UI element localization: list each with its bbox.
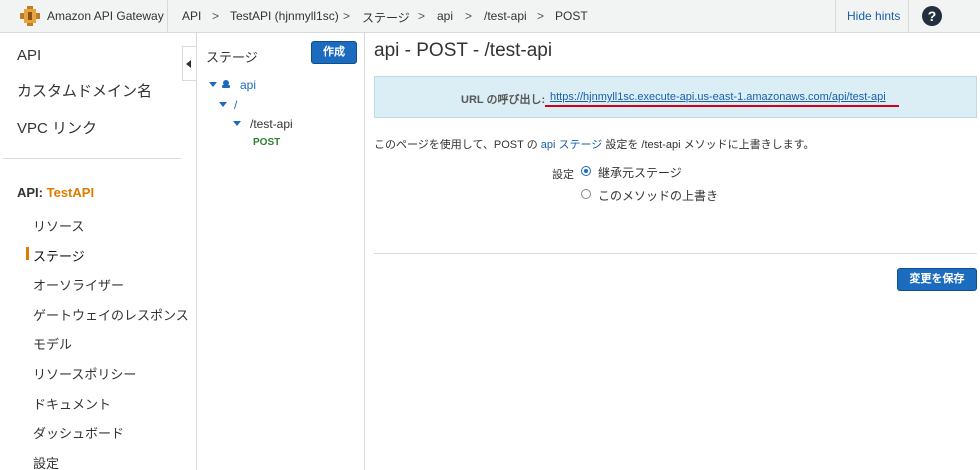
breadcrumb-separator: > — [343, 9, 351, 23]
stage-tree-pane: ステージ 作成 api / /test-api POST — [198, 33, 365, 470]
invoke-url-box: URL の呼び出し: https://hjnmyll1sc.execute-ap… — [374, 76, 977, 118]
nav-item-gateway-responses[interactable]: ゲートウェイのレスポンス — [33, 305, 189, 324]
breadcrumb-separator: > — [465, 9, 473, 23]
nav-api-name[interactable]: TestAPI — [47, 185, 94, 200]
expand-arrow-icon[interactable] — [219, 102, 227, 107]
stage-settings-link[interactable]: api ステージ — [541, 139, 603, 151]
nav-item-resource-policy[interactable]: リソースポリシー — [33, 364, 136, 383]
invoke-url-link[interactable]: https://hjnmyll1sc.execute-api.us-east-1… — [550, 91, 886, 103]
tree-title: ステージ — [206, 50, 258, 65]
breadcrumb-separator: > — [537, 9, 545, 23]
nav-item-documentation[interactable]: ドキュメント — [33, 394, 111, 413]
highlight-underline — [545, 105, 899, 107]
tree-method-post[interactable]: POST — [253, 137, 280, 148]
create-stage-button[interactable]: 作成 — [311, 41, 357, 64]
breadcrumb-method[interactable]: POST — [555, 9, 588, 23]
page-title: api - POST - /test-api — [374, 40, 553, 61]
nav-api-prefix: API: — [17, 185, 43, 200]
nav-item-models[interactable]: モデル — [33, 334, 72, 353]
nav-item-custom-domain[interactable]: カスタムドメイン名 — [17, 80, 152, 101]
invoke-url-label: URL の呼び出し: — [461, 94, 546, 106]
breadcrumb-stages[interactable]: ステージ — [362, 9, 410, 26]
nav-item-stages[interactable]: ステージ — [33, 246, 85, 265]
topbar-divider — [835, 0, 836, 33]
description-text: このページを使用して、POST の — [374, 139, 541, 151]
nav-item-api[interactable]: API — [17, 47, 41, 64]
brand-name[interactable]: Amazon API Gateway — [47, 9, 164, 23]
tree-root-resource[interactable]: / — [234, 98, 237, 112]
nav-item-resources[interactable]: リソース — [33, 216, 84, 235]
breadcrumb-testapi[interactable]: TestAPI (hjnmyll1sc) — [230, 9, 339, 23]
description-text: 設定を /test-api メソッドに上書きします。 — [602, 139, 815, 151]
nav-item-authorizers[interactable]: オーソライザー — [33, 275, 124, 294]
save-changes-button[interactable]: 変更を保存 — [897, 268, 977, 291]
nav-item-settings[interactable]: 設定 — [33, 453, 59, 470]
topbar-divider — [908, 0, 909, 33]
nav-divider — [3, 158, 181, 159]
breadcrumb-separator: > — [418, 9, 426, 23]
page-description: このページを使用して、POST の api ステージ 設定を /test-api… — [374, 136, 814, 152]
api-gateway-logo-icon — [20, 6, 40, 26]
expand-arrow-icon[interactable] — [209, 82, 217, 87]
override-method-radio[interactable] — [581, 189, 591, 199]
nav-api-header: API: TestAPI — [17, 185, 94, 200]
hide-hints-link[interactable]: Hide hints — [847, 9, 900, 23]
settings-label: 設定 — [552, 169, 574, 181]
nav-active-indicator — [26, 247, 29, 260]
tree-resource-test-api[interactable]: /test-api — [250, 117, 293, 131]
stage-cloud-icon — [222, 80, 230, 88]
nav-item-vpc-link[interactable]: VPC リンク — [17, 117, 97, 138]
override-method-label[interactable]: このメソッドの上書き — [598, 187, 718, 204]
expand-arrow-icon[interactable] — [233, 121, 241, 126]
tree-stage-api[interactable]: api — [240, 78, 256, 92]
topbar-divider — [167, 0, 168, 33]
left-navigation: API カスタムドメイン名 VPC リンク API: TestAPI リソース … — [0, 33, 197, 470]
breadcrumb-stage-api[interactable]: api — [437, 9, 453, 23]
inherit-stage-radio[interactable] — [581, 166, 591, 176]
chevron-left-icon — [186, 60, 191, 68]
breadcrumb-resource[interactable]: /test-api — [484, 9, 527, 23]
inherit-stage-label[interactable]: 継承元ステージ — [598, 164, 682, 181]
help-icon[interactable]: ? — [922, 6, 942, 26]
breadcrumb-api[interactable]: API — [182, 9, 201, 23]
nav-item-dashboard[interactable]: ダッシュボード — [33, 423, 124, 442]
top-bar: Amazon API Gateway API > TestAPI (hjnmyl… — [0, 0, 980, 33]
content-divider — [374, 253, 977, 254]
breadcrumb-separator: > — [212, 9, 220, 23]
collapse-nav-button[interactable] — [182, 46, 196, 81]
